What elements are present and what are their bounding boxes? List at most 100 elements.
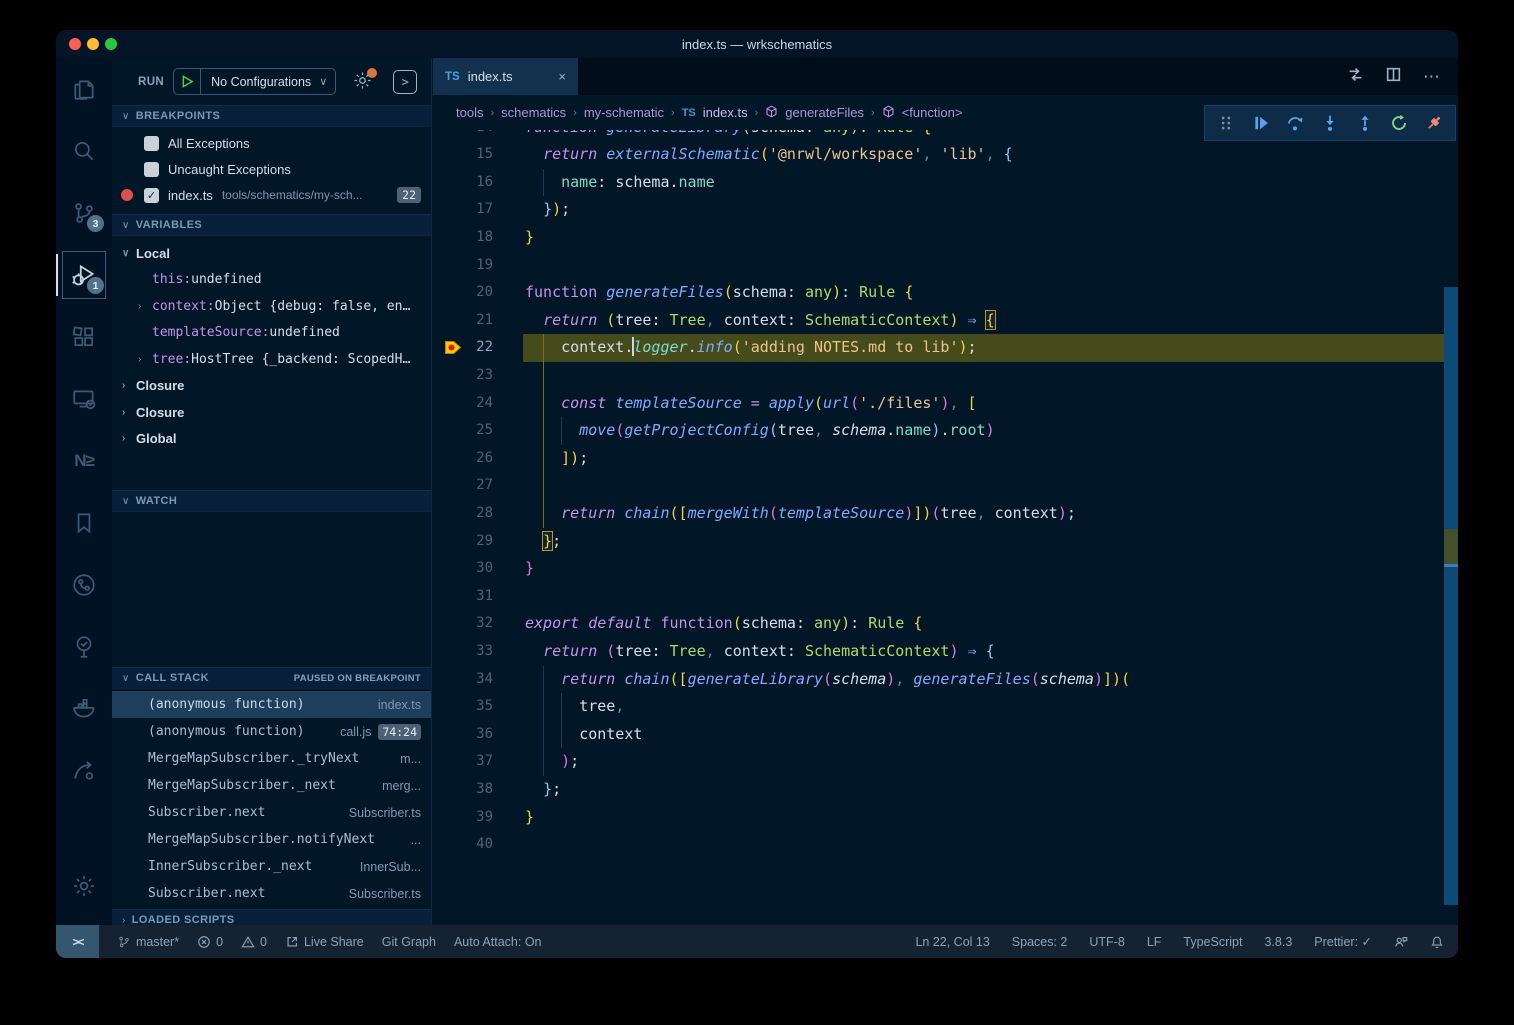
line-number[interactable]: 22	[433, 334, 493, 362]
activity-source-control[interactable]: 3	[56, 182, 112, 244]
status-git-graph[interactable]: Git Graph	[382, 935, 436, 949]
variable-row[interactable]: ›Closure	[112, 373, 431, 400]
step-out-button[interactable]	[1352, 110, 1378, 136]
status-ln-22-col-13[interactable]: Ln 22, Col 13	[915, 935, 989, 949]
debug-console-button[interactable]: >	[393, 70, 417, 94]
activity-run-debug[interactable]: 1	[56, 244, 112, 306]
line-number[interactable]: 16	[433, 169, 493, 197]
open-changes-icon[interactable]	[1347, 66, 1364, 88]
status-live-share[interactable]: Live Share	[285, 935, 364, 949]
split-editor-icon[interactable]	[1385, 66, 1402, 88]
activity-docker[interactable]	[56, 678, 112, 740]
call-stack-frame[interactable]: MergeMapSubscriber._nextmerg...	[112, 772, 431, 799]
status-bell-icon[interactable]	[1430, 935, 1444, 949]
activity-extensions[interactable]	[56, 306, 112, 368]
variable-row[interactable]: ›Global	[112, 426, 431, 453]
twistie-icon[interactable]: ›	[122, 380, 136, 391]
scrollbar-slider[interactable]	[1444, 287, 1458, 905]
line-number[interactable]: 29	[433, 528, 493, 556]
close-window-button[interactable]	[69, 38, 81, 50]
more-actions-icon[interactable]: ⋯	[1423, 67, 1440, 87]
activity-nx-console[interactable]: N≥	[56, 430, 112, 492]
activity-share[interactable]	[56, 740, 112, 802]
status-3-8-3[interactable]: 3.8.3	[1264, 935, 1292, 949]
line-number[interactable]: 24	[433, 390, 493, 418]
breadcrumb-item[interactable]: index.ts	[703, 105, 748, 120]
variables-header[interactable]: ∨ VARIABLES	[112, 214, 431, 236]
line-number[interactable]: 28	[433, 500, 493, 528]
status-0[interactable]: 0	[197, 935, 223, 949]
status-lf[interactable]: LF	[1147, 935, 1162, 949]
breadcrumb-item[interactable]: <function>	[902, 105, 963, 120]
line-number[interactable]: 19	[433, 252, 493, 280]
breakpoint-checkbox[interactable]: ✓	[144, 188, 159, 203]
line-number[interactable]: 36	[433, 721, 493, 749]
status-0[interactable]: 0	[241, 935, 267, 949]
call-stack-frame[interactable]: (anonymous function)index.ts	[112, 691, 431, 718]
line-number[interactable]: 18	[433, 224, 493, 252]
call-stack-frame[interactable]: Subscriber.nextSubscriber.ts	[112, 880, 431, 907]
variable-row[interactable]: ›tree: HostTree {_backend: ScopedH…	[112, 346, 431, 373]
step-over-button[interactable]	[1282, 110, 1308, 136]
remote-indicator[interactable]: ><	[56, 925, 99, 958]
line-number[interactable]: 23	[433, 362, 493, 390]
activity-remote-explorer[interactable]	[56, 368, 112, 430]
line-number[interactable]: 17	[433, 196, 493, 224]
line-number[interactable]: 40	[433, 831, 493, 859]
breakpoint-row[interactable]: All Exceptions	[112, 130, 431, 156]
editor-scrollbar[interactable]	[1444, 95, 1458, 925]
activity-testing[interactable]	[56, 616, 112, 678]
status-spaces-2[interactable]: Spaces: 2	[1012, 935, 1068, 949]
restart-button[interactable]	[1386, 110, 1412, 136]
twistie-icon[interactable]: ›	[138, 354, 152, 365]
activity-settings[interactable]	[56, 855, 112, 917]
breakpoint-row[interactable]: Uncaught Exceptions	[112, 156, 431, 182]
launch-config-dropdown[interactable]: No Configurations ∨	[173, 68, 336, 95]
breadcrumb-item[interactable]: tools	[456, 105, 483, 120]
variable-row[interactable]: templateSource: undefined	[112, 320, 431, 347]
call-stack-frame[interactable]: MergeMapSubscriber._tryNextm...	[112, 745, 431, 772]
variable-row[interactable]: ∨Local	[112, 240, 431, 267]
breadcrumb-item[interactable]: schematics	[501, 105, 566, 120]
code-area[interactable]: 14function generateLibrary(schema: any):…	[433, 95, 1458, 925]
variable-row[interactable]: ›context: Object {debug: false, en…	[112, 293, 431, 320]
call-stack-frame[interactable]: InnerSubscriber._nextInnerSub...	[112, 853, 431, 880]
line-number[interactable]: 33	[433, 638, 493, 666]
line-number[interactable]: 34	[433, 666, 493, 694]
line-number[interactable]: 26	[433, 445, 493, 473]
line-number[interactable]: 25	[433, 417, 493, 445]
activity-bookmarks[interactable]	[56, 492, 112, 554]
activity-git-graph[interactable]	[56, 554, 112, 616]
call-stack-frame[interactable]: Subscriber.nextSubscriber.ts	[112, 799, 431, 826]
status-feedback-icon[interactable]	[1394, 935, 1408, 949]
breadcrumb-item[interactable]: generateFiles	[785, 105, 864, 120]
breadcrumb-item[interactable]: my-schematic	[584, 105, 664, 120]
editor-content[interactable]: tools›schematics›my-schematic›TSindex.ts…	[433, 95, 1458, 925]
status-typescript[interactable]: TypeScript	[1183, 935, 1242, 949]
start-debug-button[interactable]	[174, 69, 201, 94]
variable-row[interactable]: ›Closure	[112, 399, 431, 426]
line-number[interactable]: 39	[433, 804, 493, 832]
breakpoint-checkbox[interactable]	[144, 136, 159, 151]
line-number[interactable]: 30	[433, 555, 493, 583]
line-number[interactable]: 31	[433, 583, 493, 611]
line-number[interactable]: 38	[433, 776, 493, 804]
line-number[interactable]: 15	[433, 141, 493, 169]
status-prettier-[interactable]: Prettier: ✓	[1314, 934, 1372, 949]
line-number[interactable]: 20	[433, 279, 493, 307]
configure-gear-button[interactable]	[352, 70, 373, 94]
minimize-window-button[interactable]	[87, 38, 99, 50]
disconnect-button[interactable]	[1421, 110, 1447, 136]
tab-index-ts[interactable]: TS index.ts ×	[433, 58, 578, 95]
zoom-window-button[interactable]	[105, 38, 117, 50]
activity-search[interactable]	[56, 120, 112, 182]
breakpoint-row[interactable]: ✓index.tstools/schematics/my-sch...22	[112, 182, 431, 208]
call-stack-frame[interactable]: (anonymous function)call.js74:24	[112, 718, 431, 745]
status-utf-8[interactable]: UTF-8	[1089, 935, 1124, 949]
line-number[interactable]: 21	[433, 307, 493, 335]
twistie-icon[interactable]: ›	[122, 433, 136, 444]
breakpoints-header[interactable]: ∨ BREAKPOINTS	[112, 105, 431, 127]
call-stack-frame[interactable]: MergeMapSubscriber.notifyNext...	[112, 826, 431, 853]
call-stack-header[interactable]: ∨ CALL STACK PAUSED ON BREAKPOINT	[112, 667, 431, 689]
breakpoint-checkbox[interactable]	[144, 162, 159, 177]
